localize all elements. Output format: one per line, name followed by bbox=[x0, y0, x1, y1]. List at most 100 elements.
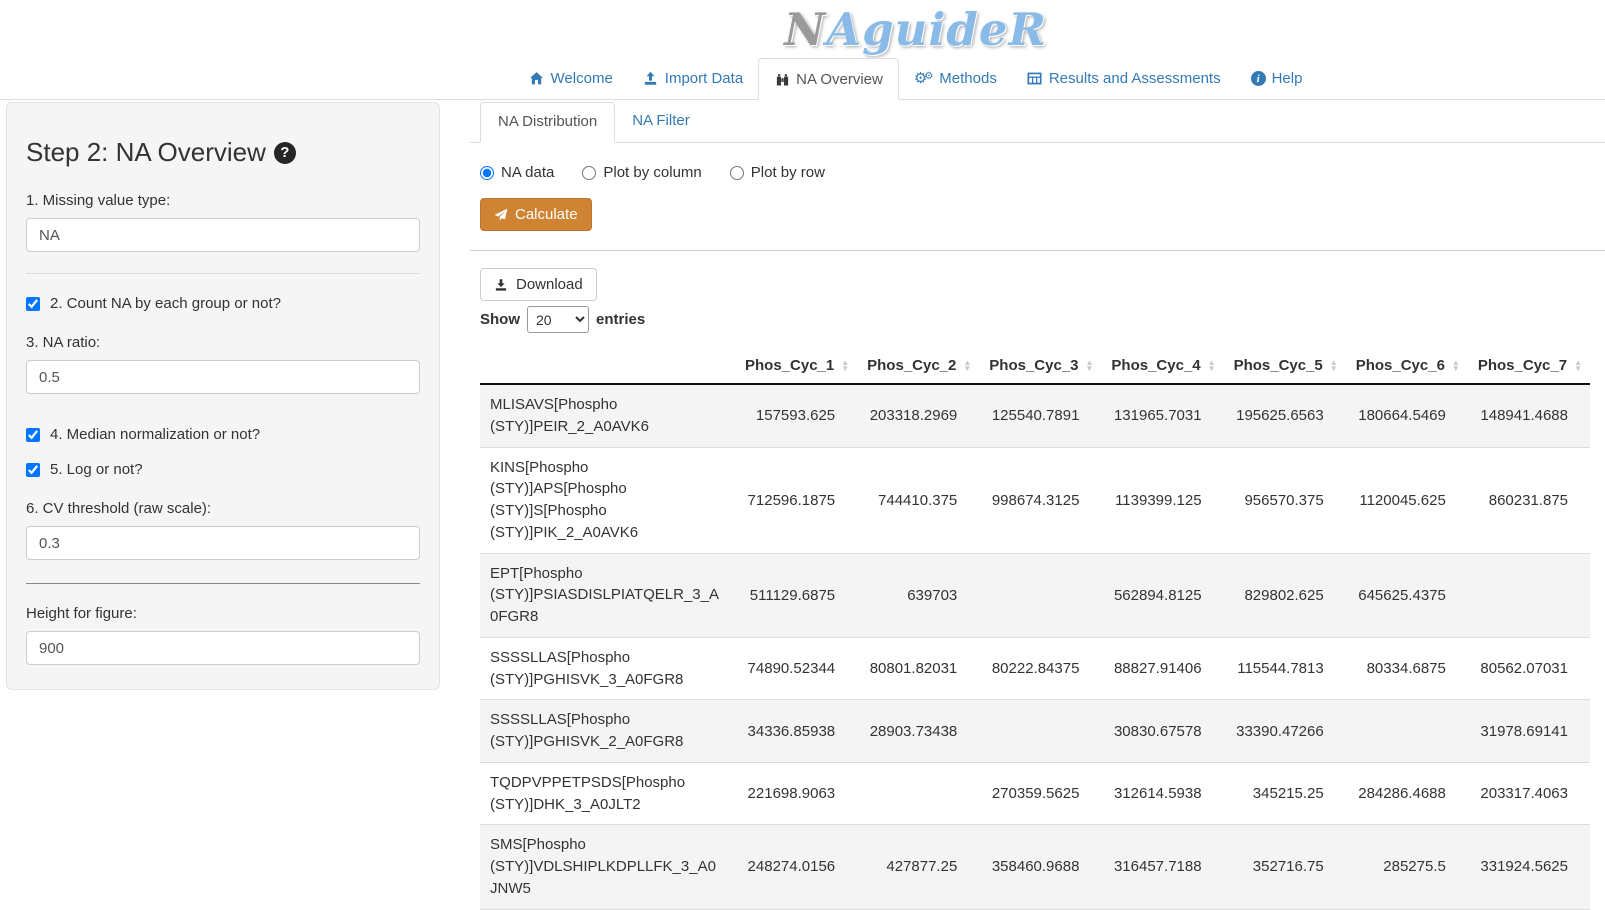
table-row: SSSSLLAS[Phospho (STY)]PGHISVK_2_A0FGR8 3… bbox=[480, 700, 1590, 763]
cell-value: 31978.69141 bbox=[1468, 700, 1590, 763]
upload-icon bbox=[643, 71, 659, 87]
gears-icon: ⚙⚙ bbox=[914, 71, 933, 86]
cell-value: 511129.6875 bbox=[735, 553, 857, 637]
sort-icon: ▲▼ bbox=[1452, 360, 1460, 372]
app-logo: NAguideR bbox=[784, 3, 1047, 56]
cell-value: 316457.7188 bbox=[1101, 825, 1223, 909]
log-label: 5. Log or not? bbox=[50, 461, 143, 478]
nav-item-label: Import Data bbox=[665, 70, 743, 87]
sort-icon: ▲▼ bbox=[1086, 360, 1094, 372]
cell-value: 998674.3125 bbox=[979, 447, 1101, 553]
cell-value: 712596.1875 bbox=[735, 447, 857, 553]
radio-label: Plot by row bbox=[751, 164, 825, 181]
tab-na-filter[interactable]: NA Filter bbox=[615, 102, 707, 142]
count-na-checkbox[interactable] bbox=[26, 297, 40, 311]
cell-value bbox=[979, 700, 1101, 763]
median-normalization-checkbox[interactable] bbox=[26, 428, 40, 442]
table-body: MLISAVS[Phospho (STY)]PEIR_2_A0AVK615759… bbox=[480, 384, 1590, 909]
cell-value: 312614.5938 bbox=[1101, 762, 1223, 825]
nav-item-results[interactable]: Results and Assessments bbox=[1012, 58, 1236, 99]
column-header[interactable]: Phos_Cyc_3▲▼ bbox=[979, 348, 1101, 384]
cell-value: 74890.52344 bbox=[735, 637, 857, 700]
sort-icon: ▲▼ bbox=[841, 360, 849, 372]
nav-item-na-overview[interactable]: NA Overview bbox=[758, 58, 899, 100]
sidebar-divider bbox=[26, 273, 420, 274]
radio-plot-by-column[interactable]: Plot by column bbox=[582, 164, 701, 181]
row-label: MLISAVS[Phospho (STY)]PEIR_2_A0AVK6 bbox=[480, 384, 735, 447]
column-header[interactable]: Phos_Cyc_5▲▼ bbox=[1224, 348, 1346, 384]
sidebar-divider-dark bbox=[26, 583, 420, 584]
cell-value: 80222.84375 bbox=[979, 637, 1101, 700]
nav-item-methods[interactable]: ⚙⚙ Methods bbox=[899, 58, 1012, 99]
nav-item-import-data[interactable]: Import Data bbox=[628, 58, 758, 99]
radio-plot-by-row-input[interactable] bbox=[730, 166, 744, 180]
cell-value: 80801.82031 bbox=[857, 637, 979, 700]
cell-value: 195625.6563 bbox=[1224, 384, 1346, 447]
sort-icon: ▲▼ bbox=[1208, 360, 1216, 372]
cell-value: 331924.5625 bbox=[1468, 825, 1590, 909]
main-navbar: Welcome Import Data NA Overview ⚙⚙ Metho… bbox=[0, 58, 1605, 100]
column-header[interactable]: Phos_Cyc_4▲▼ bbox=[1101, 348, 1223, 384]
cell-value: 221698.9063 bbox=[735, 762, 857, 825]
table-row: MLISAVS[Phospho (STY)]PEIR_2_A0AVK615759… bbox=[480, 384, 1590, 447]
page-length-control: Show 20 entries bbox=[480, 306, 1605, 333]
tab-na-distribution[interactable]: NA Distribution bbox=[480, 102, 615, 143]
nav-item-label: Welcome bbox=[551, 70, 613, 87]
radio-na-data[interactable]: NA data bbox=[480, 164, 554, 181]
logo-blue-part: AguideR bbox=[826, 3, 1047, 56]
cell-value: 284286.4688 bbox=[1346, 762, 1468, 825]
page-length-select[interactable]: 20 bbox=[527, 306, 589, 333]
cell-value bbox=[1468, 553, 1590, 637]
download-icon bbox=[494, 278, 508, 292]
row-name-column-header bbox=[480, 348, 735, 384]
log-checkbox[interactable] bbox=[26, 463, 40, 477]
cell-value: 639703 bbox=[857, 553, 979, 637]
column-header[interactable]: Phos_Cyc_7▲▼ bbox=[1468, 348, 1590, 384]
nav-item-label: Results and Assessments bbox=[1049, 70, 1221, 87]
radio-plot-by-column-input[interactable] bbox=[582, 166, 596, 180]
row-label: EPT[Phospho (STY)]PSIASDISLPIATQELR_3_A0… bbox=[480, 553, 735, 637]
cell-value bbox=[1346, 700, 1468, 763]
cell-value: 180664.5469 bbox=[1346, 384, 1468, 447]
missing-value-input[interactable] bbox=[26, 218, 420, 252]
figure-height-input[interactable] bbox=[26, 631, 420, 665]
cell-value: 115544.7813 bbox=[1224, 637, 1346, 700]
nav-item-help[interactable]: i Help bbox=[1236, 58, 1318, 99]
cell-value: 125540.7891 bbox=[979, 384, 1101, 447]
app-header: NAguideR bbox=[113, 0, 1605, 58]
row-label: SSSSLLAS[Phospho (STY)]PGHISVK_2_A0FGR8 bbox=[480, 700, 735, 763]
column-header[interactable]: Phos_Cyc_6▲▼ bbox=[1346, 348, 1468, 384]
cell-value: 860231.875 bbox=[1468, 447, 1590, 553]
radio-na-data-input[interactable] bbox=[480, 166, 494, 180]
entries-label: entries bbox=[596, 311, 645, 328]
cell-value: 131965.7031 bbox=[1101, 384, 1223, 447]
cell-value: 203318.2969 bbox=[857, 384, 979, 447]
sidebar-panel: Step 2: NA Overview ? 1. Missing value t… bbox=[6, 102, 440, 690]
nav-item-welcome[interactable]: Welcome bbox=[514, 58, 628, 99]
plot-type-radio-group: NA data Plot by column Plot by row bbox=[480, 164, 1605, 181]
calculate-button[interactable]: Calculate bbox=[480, 198, 592, 231]
sub-tabbar: NA Distribution NA Filter bbox=[470, 102, 1605, 143]
column-header[interactable]: Phos_Cyc_2▲▼ bbox=[857, 348, 979, 384]
na-ratio-input[interactable] bbox=[26, 360, 420, 394]
radio-plot-by-row[interactable]: Plot by row bbox=[730, 164, 825, 181]
home-icon bbox=[529, 71, 545, 87]
binoculars-icon bbox=[774, 71, 790, 87]
cell-value: 427877.25 bbox=[857, 825, 979, 909]
sort-icon: ▲▼ bbox=[1330, 360, 1338, 372]
question-circle-icon[interactable]: ? bbox=[274, 142, 296, 164]
column-header[interactable]: Phos_Cyc_1▲▼ bbox=[735, 348, 857, 384]
cv-threshold-label: 6. CV threshold (raw scale): bbox=[26, 500, 420, 517]
cell-value bbox=[857, 762, 979, 825]
table-icon bbox=[1027, 71, 1043, 87]
count-na-label: 2. Count NA by each group or not? bbox=[50, 295, 281, 312]
nav-item-label: Methods bbox=[939, 70, 997, 87]
logo-gray-part: N bbox=[784, 3, 826, 56]
table-row: EPT[Phospho (STY)]PSIASDISLPIATQELR_3_A0… bbox=[480, 553, 1590, 637]
cv-threshold-input[interactable] bbox=[26, 526, 420, 560]
cell-value: 1120045.625 bbox=[1346, 447, 1468, 553]
cell-value bbox=[979, 553, 1101, 637]
missing-value-label: 1. Missing value type: bbox=[26, 192, 420, 209]
download-button[interactable]: Download bbox=[480, 268, 597, 301]
cell-value: 345215.25 bbox=[1224, 762, 1346, 825]
